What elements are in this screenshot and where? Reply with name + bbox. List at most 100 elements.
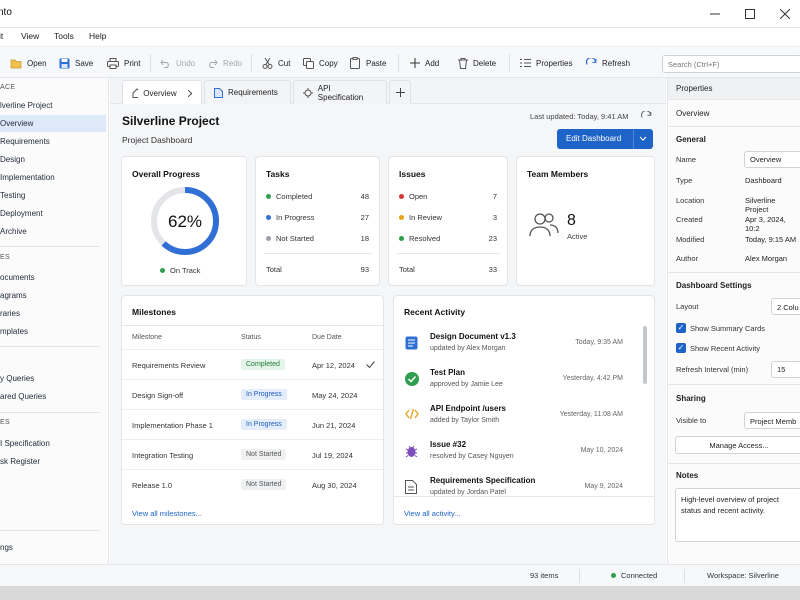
sidebar-section-favorites: ES [0,419,10,426]
sidebar-item-archive[interactable]: Archive [0,223,106,240]
redo-icon [209,59,218,68]
tab-api-specification[interactable]: API Specification [293,80,387,104]
cut-button[interactable]: Cut [262,47,290,79]
sidebar-item-design[interactable]: Design [0,151,106,168]
tasks-not-started-row: Not Started [266,234,314,243]
activity-item[interactable]: API Endpoint /users added by Taylor Smith… [394,398,639,434]
add-button[interactable]: Add [410,47,439,79]
manage-access-button[interactable]: Manage Access... [675,436,800,454]
chevron-down-icon[interactable] [639,136,647,142]
card-title: Overall Progress [132,169,201,179]
column-header-milestone: Milestone [132,334,162,341]
activity-item[interactable]: Test Plan approved by Jamie Lee Yesterday,… [394,362,639,398]
toolbar: Open Save Print Undo Redo Cut Copy Paste… [0,46,800,78]
paste-button[interactable]: Paste [350,47,386,79]
sidebar-item-settings[interactable]: ngs [0,539,106,556]
print-button[interactable]: Print [107,47,140,79]
activity-item[interactable]: Issue #32 resolved by Casey Nguyen May 10,… [394,434,639,470]
status-badge: In Progress [241,389,287,400]
sidebar-item-shared-queries[interactable]: ared Queries [0,388,106,405]
table-row[interactable]: Design Sign-off In Progress May 24, 2024 [122,379,383,409]
copy-button[interactable]: Copy [303,47,338,79]
show-summary-checkbox[interactable]: ✓ [676,323,686,333]
sidebar-divider [0,412,100,413]
tasks-total-value: 93 [360,265,369,274]
divider [122,325,383,326]
show-recent-checkbox[interactable]: ✓ [676,343,686,353]
divider [394,496,654,497]
tasks-total-label: Total [266,265,282,274]
sidebar-item-risk-register[interactable]: sk Register [0,453,106,470]
issues-open-count: 7 [492,192,497,201]
delete-button[interactable]: Delete [458,47,496,79]
new-tab-button[interactable] [389,80,411,104]
redo-button[interactable]: Redo [207,47,242,79]
layout-select[interactable]: 2 Colu [771,298,800,315]
tab-overview[interactable]: Overview [122,80,202,105]
table-row[interactable]: Release 1.0 Not Started Aug 30, 2024 [122,469,383,499]
sidebar-item-my-queries[interactable]: y Queries [0,370,106,387]
due-date: Jul 19, 2024 [312,451,353,460]
sidebar-item-deployment[interactable]: Deployment [0,205,106,222]
view-all-activity-link[interactable]: View all activity... [404,509,460,518]
close-window-button[interactable] [768,0,800,28]
name-field[interactable] [744,151,800,168]
tasks-not-started-count: 18 [360,234,369,243]
search-input[interactable] [662,55,800,73]
properties-button[interactable]: Properties [520,47,572,79]
save-button[interactable]: Save [59,47,93,79]
notes-textarea[interactable]: High-level overview of project status an… [675,488,800,542]
sidebar-item-documents[interactable]: ocuments [0,269,106,286]
activity-item[interactable]: Design Document v1.3 updated by Alex Morg… [394,326,639,362]
sidebar-item-implementation[interactable]: Implementation [0,169,106,186]
type-value: Dashboard [745,176,782,185]
modified-label: Modified [676,235,705,244]
card-title: Issues [399,169,426,179]
menu-edit[interactable]: it [0,31,3,41]
button-divider [633,129,634,149]
visible-to-select[interactable]: Project Memb [744,412,800,429]
scrollbar-thumb[interactable] [643,326,647,384]
refresh-button[interactable]: Refresh [586,47,630,79]
divider [684,569,685,583]
progress-percent: 62% [167,212,203,231]
activity-title: Requirements Specification [430,476,536,485]
table-row[interactable]: Integration Testing Not Started Jul 19, 20… [122,439,383,469]
menu-help[interactable]: Help [89,31,106,41]
divider [668,384,800,385]
sidebar-item-libraries[interactable]: raries [0,305,106,322]
card-title: Milestones [132,307,176,317]
sidebar-item-overview[interactable]: Overview [0,115,106,132]
sidebar-item-diagrams[interactable]: agrams [0,287,106,304]
open-button[interactable]: Open [10,47,47,79]
divider [264,253,372,254]
refresh-interval-input[interactable] [771,361,800,378]
edit-dashboard-button[interactable]: Edit Dashboard [557,129,653,149]
undo-button[interactable]: Undo [160,47,195,79]
view-all-milestones-link[interactable]: View all milestones... [132,509,202,518]
sidebar-item-testing[interactable]: Testing [0,187,106,204]
sidebar-section-resources: ES [0,254,10,261]
sidebar-item-requirements[interactable]: Requirements [0,133,106,150]
overall-progress-card: Overall Progress 62% On Track [121,156,247,286]
code-icon [405,408,419,420]
table-row[interactable]: Implementation Phase 1 In Progress Jun 21,… [122,409,383,439]
layout-label: Layout [676,302,699,311]
menu-view[interactable]: View [21,31,39,41]
visible-to-label: Visible to [676,416,707,425]
menu-tools[interactable]: Tools [54,31,74,41]
maximize-button[interactable] [733,0,767,28]
refresh-icon[interactable] [641,111,652,122]
tab-requirements[interactable]: Requirements [204,80,291,104]
properties-object-name: Overview [676,109,710,118]
minimize-button[interactable] [698,0,732,28]
activity-subtitle: updated by Jordan Patel [430,489,506,496]
sidebar-item-templates[interactable]: mplates [0,323,106,340]
sidebar-item-project[interactable]: lverline Project [0,97,106,114]
sidebar-item-api-specification[interactable]: I Specification [0,435,106,452]
modified-value: Today, 9:15 AM [745,235,797,244]
maximize-icon [745,9,755,19]
table-row[interactable]: Requirements Review Completed Apr 12, 2024 [122,349,383,379]
activity-item[interactable]: Requirements Specification updated by Jor… [394,470,639,506]
type-label: Type [676,176,693,185]
